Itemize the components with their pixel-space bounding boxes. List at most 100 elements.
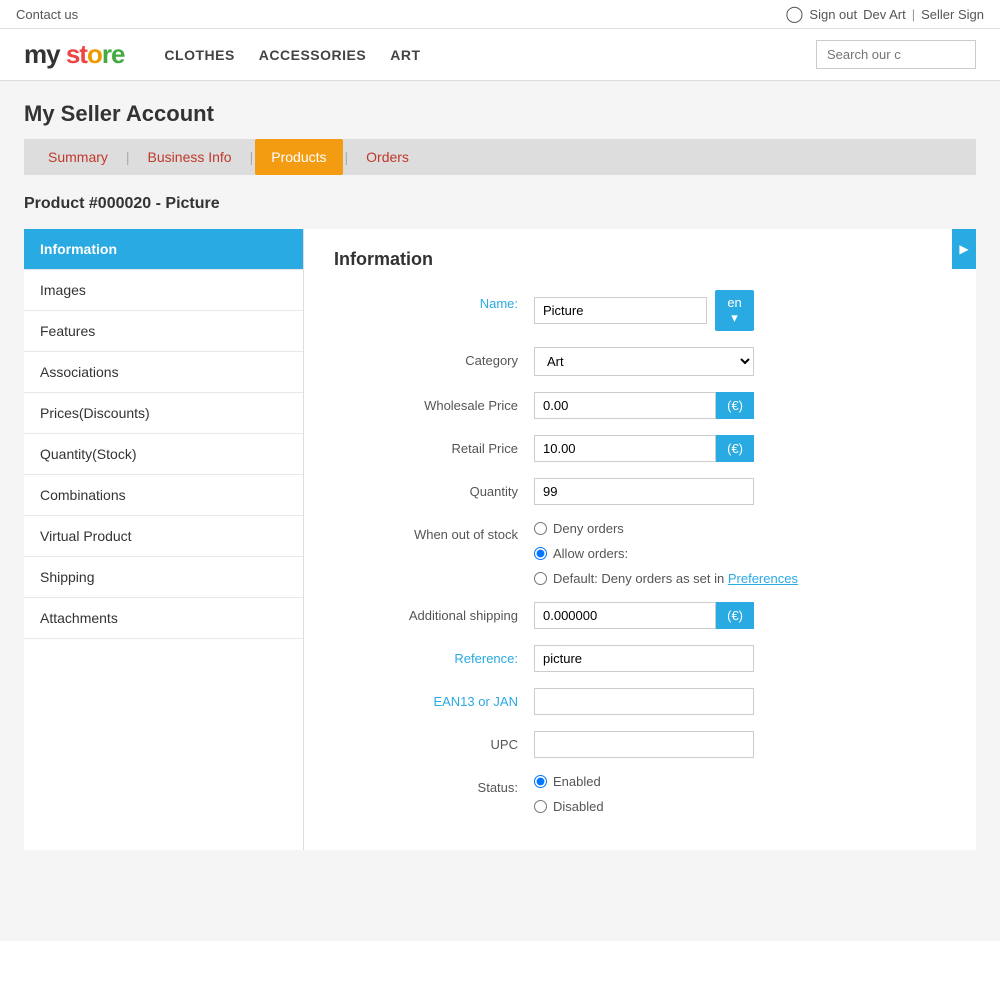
preferences-link[interactable]: Preferences bbox=[728, 571, 798, 586]
label-name: Name: bbox=[334, 290, 534, 311]
sidebar-item-combinations[interactable]: Combinations bbox=[24, 475, 303, 516]
radio-deny-orders-input[interactable] bbox=[534, 522, 547, 535]
tab-summary[interactable]: Summary bbox=[32, 139, 124, 175]
additional-shipping-control: (€) bbox=[534, 602, 754, 629]
default-deny-label: Default: Deny orders as set in Preferenc… bbox=[553, 571, 798, 586]
wholesale-price-input-unit: (€) bbox=[534, 392, 754, 419]
radio-default-deny-input[interactable] bbox=[534, 572, 547, 585]
radio-deny-orders: Deny orders bbox=[534, 521, 934, 536]
sidebar-item-attachments[interactable]: Attachments bbox=[24, 598, 303, 639]
tab-orders[interactable]: Orders bbox=[350, 139, 425, 175]
product-section: Information Images Features Associations… bbox=[24, 229, 976, 850]
radio-disabled: Disabled bbox=[534, 799, 834, 814]
logo-e: re bbox=[102, 39, 125, 69]
sign-out-link[interactable]: Sign out bbox=[809, 7, 857, 22]
logo[interactable]: my store bbox=[24, 39, 124, 70]
enabled-label: Enabled bbox=[553, 774, 601, 789]
radio-default-deny: Default: Deny orders as set in Preferenc… bbox=[534, 571, 934, 586]
sidebar-item-features[interactable]: Features bbox=[24, 311, 303, 352]
form-section-title: Information bbox=[334, 249, 946, 270]
tab-sep-1: | bbox=[124, 149, 132, 165]
tab-products[interactable]: Products bbox=[255, 139, 342, 175]
label-additional-shipping: Additional shipping bbox=[334, 602, 534, 623]
disabled-label: Disabled bbox=[553, 799, 604, 814]
reference-control bbox=[534, 645, 754, 672]
name-control: en ▾ bbox=[534, 290, 754, 331]
sidebar-item-prices-discounts[interactable]: Prices(Discounts) bbox=[24, 393, 303, 434]
sidebar-item-quantity-stock[interactable]: Quantity(Stock) bbox=[24, 434, 303, 475]
nav-clothes[interactable]: CLOTHES bbox=[164, 47, 234, 63]
ean13-input[interactable] bbox=[534, 688, 754, 715]
out-of-stock-control: Deny orders Allow orders: Default: Deny … bbox=[534, 521, 934, 586]
upc-input[interactable] bbox=[534, 731, 754, 758]
header: my store CLOTHES ACCESSORIES ART bbox=[0, 29, 1000, 81]
category-select[interactable]: Art Clothes Accessories bbox=[534, 347, 754, 376]
seller-sign-link[interactable]: Seller Sign bbox=[921, 7, 984, 22]
search-input[interactable] bbox=[816, 40, 976, 69]
form-row-ean13: EAN13 or JAN bbox=[334, 688, 946, 715]
devart-link[interactable]: Dev Art bbox=[863, 7, 906, 22]
radio-disabled-input[interactable] bbox=[534, 800, 547, 813]
top-bar-right: ◯ Sign out Dev Art | Seller Sign bbox=[786, 4, 985, 24]
additional-shipping-input[interactable] bbox=[534, 602, 716, 629]
label-wholesale-price: Wholesale Price bbox=[334, 392, 534, 413]
radio-allow-orders-input[interactable] bbox=[534, 547, 547, 560]
user-icon: ◯ bbox=[786, 4, 804, 24]
form-row-additional-shipping: Additional shipping (€) bbox=[334, 602, 946, 629]
form-area: Information Name: en ▾ Category bbox=[304, 229, 976, 850]
wholesale-price-unit: (€) bbox=[716, 392, 754, 419]
nav-art[interactable]: ART bbox=[390, 47, 420, 63]
additional-shipping-unit: (€) bbox=[716, 602, 754, 629]
nav-accessories[interactable]: ACCESSORIES bbox=[259, 47, 366, 63]
deny-orders-label: Deny orders bbox=[553, 521, 624, 536]
wholesale-price-control: (€) bbox=[534, 392, 754, 419]
sidebar-item-shipping[interactable]: Shipping bbox=[24, 557, 303, 598]
contact-us[interactable]: Contact us bbox=[16, 7, 78, 22]
label-out-of-stock: When out of stock bbox=[334, 521, 534, 542]
form-row-reference: Reference: bbox=[334, 645, 946, 672]
ean13-control bbox=[534, 688, 754, 715]
label-quantity: Quantity bbox=[334, 478, 534, 499]
product-sidebar: Information Images Features Associations… bbox=[24, 229, 304, 850]
radio-enabled-input[interactable] bbox=[534, 775, 547, 788]
reference-input[interactable] bbox=[534, 645, 754, 672]
label-status: Status: bbox=[334, 774, 534, 795]
label-retail-price: Retail Price bbox=[334, 435, 534, 456]
name-input[interactable] bbox=[534, 297, 707, 324]
divider: | bbox=[912, 7, 915, 22]
radio-allow-orders: Allow orders: bbox=[534, 546, 934, 561]
sidebar-item-images[interactable]: Images bbox=[24, 270, 303, 311]
form-row-status: Status: Enabled Disabled bbox=[334, 774, 946, 814]
tab-business-info[interactable]: Business Info bbox=[132, 139, 248, 175]
category-control: Art Clothes Accessories bbox=[534, 347, 754, 376]
additional-shipping-input-unit: (€) bbox=[534, 602, 754, 629]
form-row-category: Category Art Clothes Accessories bbox=[334, 347, 946, 376]
lang-button[interactable]: en ▾ bbox=[715, 290, 754, 331]
logo-my: my bbox=[24, 39, 66, 69]
quantity-control bbox=[534, 478, 754, 505]
logo-st: st bbox=[66, 39, 87, 69]
upc-control bbox=[534, 731, 754, 758]
retail-price-input[interactable] bbox=[534, 435, 716, 462]
tab-sep-3: | bbox=[343, 149, 351, 165]
quantity-input[interactable] bbox=[534, 478, 754, 505]
label-reference: Reference: bbox=[334, 645, 534, 666]
sidebar-item-associations[interactable]: Associations bbox=[24, 352, 303, 393]
radio-enabled: Enabled bbox=[534, 774, 834, 789]
name-row: en ▾ bbox=[534, 290, 754, 331]
retail-price-control: (€) bbox=[534, 435, 754, 462]
wholesale-price-input[interactable] bbox=[534, 392, 716, 419]
sidebar-item-virtual-product[interactable]: Virtual Product bbox=[24, 516, 303, 557]
form-row-retail-price: Retail Price (€) bbox=[334, 435, 946, 462]
logo-or: o bbox=[87, 39, 102, 69]
sidebar-item-information[interactable]: Information bbox=[24, 229, 303, 270]
right-edge-button[interactable]: ▶ bbox=[952, 229, 976, 269]
page-title: My Seller Account bbox=[24, 101, 976, 127]
tabs-bar: Summary | Business Info | Products | Ord… bbox=[24, 139, 976, 175]
label-category: Category bbox=[334, 347, 534, 368]
retail-price-input-unit: (€) bbox=[534, 435, 754, 462]
top-bar: Contact us ◯ Sign out Dev Art | Seller S… bbox=[0, 0, 1000, 29]
status-control: Enabled Disabled bbox=[534, 774, 834, 814]
page-content: My Seller Account Summary | Business Inf… bbox=[0, 81, 1000, 941]
search-area bbox=[816, 40, 976, 69]
